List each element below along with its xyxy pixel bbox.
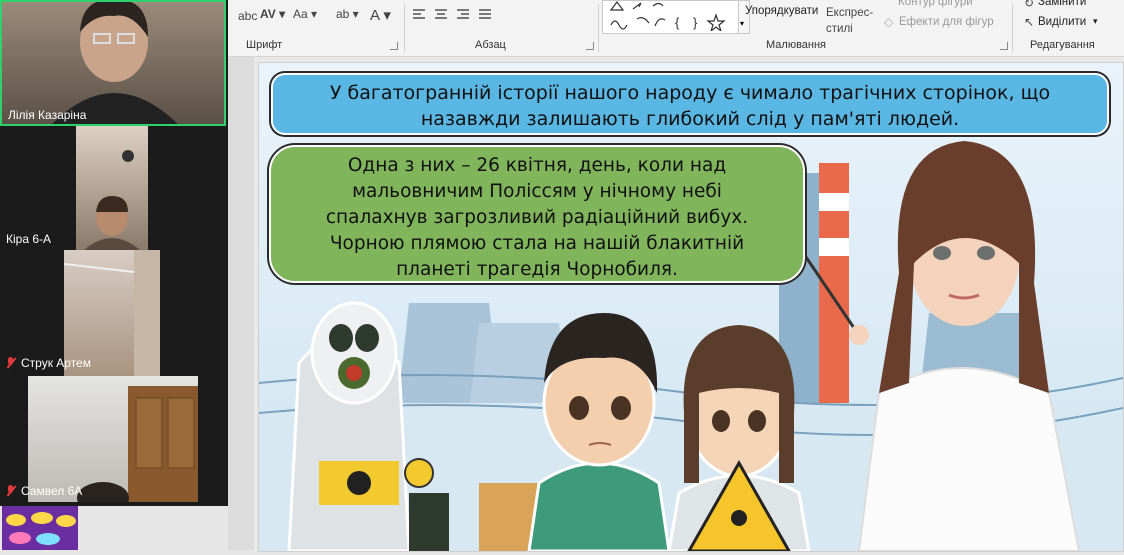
participant-video-figure — [84, 150, 140, 250]
alignment-icons[interactable] — [412, 8, 502, 22]
participant-name: Струк Артем — [6, 356, 91, 370]
shape-outline-button[interactable]: Контур фігури — [898, 0, 973, 8]
paragraph-group-label: Абзац — [475, 39, 506, 51]
ribbon-separator — [598, 4, 599, 52]
participant-tile[interactable]: Лілія Казаріна — [0, 0, 226, 126]
font-dialog-launcher-icon[interactable] — [390, 42, 398, 50]
slide-thumbnail-strip[interactable] — [228, 57, 254, 550]
slide-thumbnail[interactable] — [2, 506, 78, 550]
shapes-gallery[interactable]: { } — [602, 0, 740, 34]
select-dropdown-icon[interactable]: ▾ — [1093, 16, 1098, 27]
thumbnail-art — [6, 512, 76, 545]
participant-tile[interactable]: Самвел 6А — [0, 376, 226, 506]
quick-styles-button[interactable]: Експрес-стилі — [826, 5, 874, 37]
drawing-dialog-launcher-icon[interactable] — [1000, 42, 1008, 50]
character-spacing-icon[interactable]: AV ▾ — [260, 7, 285, 21]
replace-icon: ↻ — [1024, 0, 1035, 10]
ribbon: abc AV ▾ Aa ▾ ab ▾ A ▾ Шрифт Абзац { } ▾… — [228, 0, 1124, 57]
shape-effects-icon: ◇ — [884, 15, 894, 29]
participants-panel: Лілія Казаріна Кіра 6-А Струк Артем Самв… — [0, 0, 228, 506]
change-case-icon[interactable]: Aa ▾ — [293, 7, 317, 21]
select-cursor-icon: ↖ — [1024, 15, 1035, 29]
svg-text:{: { — [675, 15, 680, 30]
arrange-button[interactable]: Упорядкувати — [745, 5, 818, 17]
participant-video — [2, 2, 224, 124]
mid-text-line-3: спалахнув загрозливий радіаційний вибух. — [325, 207, 749, 228]
muted-mic-icon — [6, 357, 16, 369]
paragraph-dialog-launcher-icon[interactable] — [586, 42, 594, 50]
ribbon-separator — [1012, 4, 1013, 52]
muted-mic-icon — [6, 485, 16, 497]
select-button[interactable]: Виділити — [1038, 16, 1086, 28]
mid-text-line-5: планеті трагедія Чорнобиля. — [396, 259, 678, 280]
ribbon-separator — [404, 4, 405, 52]
top-text-line-1: У багатогранній історії нашого народу є … — [329, 82, 1051, 104]
participant-name: Самвел 6А — [6, 484, 82, 498]
editing-group-label: Редагування — [1030, 39, 1095, 51]
top-text-bubble[interactable]: У багатогранній історії нашого народу є … — [271, 73, 1109, 135]
presentation-slide[interactable]: У багатогранній історії нашого народу є … — [258, 62, 1124, 552]
font-group-label: Шрифт — [246, 39, 283, 51]
highlight-icon[interactable]: ab ▾ — [336, 7, 359, 21]
mid-text-line-2: мальовничим Поліссям у нічному небі — [352, 181, 722, 202]
participant-name: Кіра 6-А — [6, 232, 52, 246]
participant-tile[interactable]: Струк Артем — [0, 250, 226, 376]
mid-text-line-1: Одна з них – 26 квітня, день, коли над — [347, 155, 727, 176]
participant-video-figure — [52, 2, 178, 124]
participant-name: Лілія Казаріна — [8, 108, 87, 122]
strikethrough-icon[interactable]: abc — [238, 9, 257, 23]
font-color-icon[interactable]: A ▾ — [370, 6, 391, 24]
shapes-icons: { } — [609, 0, 726, 33]
participant-video — [76, 126, 148, 250]
participant-name-text: Самвел 6А — [21, 484, 83, 498]
top-text-line-2: назавжди залишають глибокий слід у пам'я… — [420, 108, 960, 130]
drawing-group-label: Малювання — [766, 39, 827, 51]
slide-background-illustration — [259, 141, 1123, 551]
shape-effects-button[interactable]: Ефекти для фігур — [899, 16, 994, 28]
svg-text:}: } — [693, 15, 698, 30]
participant-name-text: Струк Артем — [21, 356, 91, 370]
chernobyl-text-bubble[interactable]: Одна з них – 26 квітня, день, коли над м… — [269, 145, 805, 283]
replace-button[interactable]: Замінити — [1038, 0, 1086, 8]
mid-text-line-4: Чорною плямою стала на нашій блакитній — [329, 233, 745, 254]
participant-tile[interactable]: Кіра 6-А — [0, 126, 226, 250]
